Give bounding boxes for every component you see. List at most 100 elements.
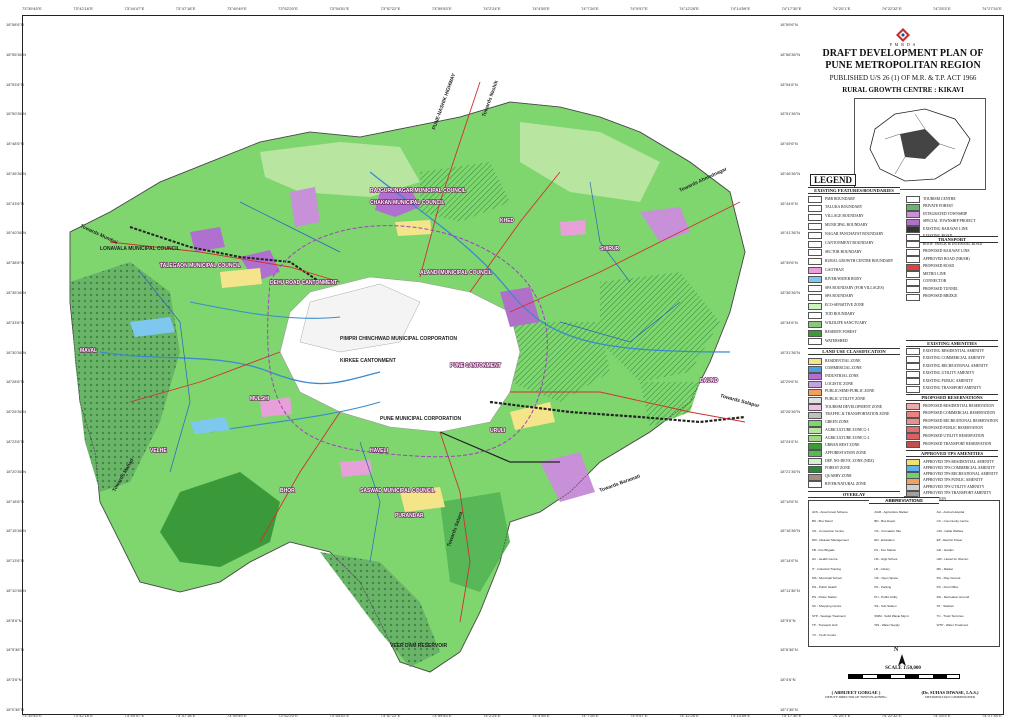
legend-label: CANTONMENT BOUNDARY <box>825 241 874 246</box>
legend-label: PRIVATE FOREST <box>923 204 954 209</box>
map-label: VEER DAM RESERVOIR <box>390 643 448 649</box>
legend-item: PROPOSED TUNNEL <box>906 286 958 293</box>
legend-swatch <box>808 427 822 435</box>
legend-label: PROPOSED COMMERCIAL RESERVATION <box>923 411 996 416</box>
legend-label: APPROVED TPS RESIDENTIAL AMENITY <box>923 459 995 464</box>
scale-text: SCALE 1:50,000 <box>885 666 921 671</box>
legend-swatch <box>808 231 822 239</box>
longitude-tick: 73°47'18"E <box>175 713 196 718</box>
legend-label: TOURISM CENTRE <box>923 196 956 201</box>
legend-label: INDUSTRIAL ZONE <box>825 373 859 378</box>
legend-label: ROOF TRACK & INTERNAL ROAD <box>923 241 983 246</box>
legend-item: QUARRY ZONE <box>808 473 852 481</box>
map-label: BHOR <box>280 488 295 494</box>
legend-item: PROPOSED TRANSPORT RESERVATION <box>906 441 991 448</box>
legend-swatch <box>906 256 920 263</box>
map-label: TALEGAON MUNICIPAL COUNCIL <box>160 263 241 269</box>
longitude-tick: 73°59'53"E <box>431 6 452 11</box>
longitude-tick: 74°17'30"E <box>781 713 802 718</box>
legend-label: EXISTING RAILWAY LINE <box>923 226 968 231</box>
legend-swatch <box>906 263 920 271</box>
map-label: DEHU ROAD CANTONMENT <box>270 280 337 286</box>
legend-swatch <box>808 267 822 275</box>
growth-centre-title: RURAL GROWTH CENTRE : KIKAVI <box>842 86 964 94</box>
legend-item: INDUSTRIAL ZONE <box>808 373 859 381</box>
legend-label: EXISTING RESIDENTIAL AMENITY <box>923 348 985 353</box>
legend-label: EXISTING PUBLIC AMENITY <box>923 378 974 383</box>
legend-swatch <box>906 441 920 448</box>
legend-label: PROPOSED PUBLIC RESERVATION <box>923 426 983 431</box>
section-landuse: LAND USE CLASSIFICATION <box>808 348 900 355</box>
longitude-tick: 73°44'47"E <box>124 6 145 11</box>
legend-swatch <box>808 204 822 212</box>
legend-swatch <box>808 473 822 481</box>
legend-label: CONNECTOR <box>923 279 947 284</box>
legend-label: RURAL GROWTH CENTRE BOUNDARY <box>825 258 894 263</box>
legend-item: DEF. NO-DEVE. ZONE (NDZ) <box>808 458 874 466</box>
longitude-tick: 74°7'26"E <box>581 6 599 11</box>
map-label: Towards Solapur <box>719 393 759 409</box>
legend-label: TRAFFIC & TRANSPORTATION ZONE <box>825 412 890 417</box>
legend-label: TOD BOUNDARY <box>825 312 855 317</box>
legend-label: SPECIAL TOWNSHIP PROJECT <box>923 219 976 224</box>
section-amenities: EXISTING AMENITIES <box>906 340 998 347</box>
longitude-tick: 74°9'57"E <box>630 713 648 718</box>
longitude-tick: 74°9'57"E <box>630 6 648 11</box>
legend-swatch <box>906 218 920 226</box>
longitude-tick: 74°14'59"E <box>730 6 751 11</box>
legend-swatch <box>906 425 920 433</box>
map-label: DAUND <box>700 378 718 384</box>
legend-item: TRAFFIC & TRANSPORTATION ZONE <box>808 411 890 419</box>
legend-label: SECTOR BOUNDARY <box>825 249 862 254</box>
abbreviation-item: WTP - Water Treatment <box>936 623 969 628</box>
map-canvas[interactable]: PUNE-NASHIK HIGHWAYCHAKAN MUNICIPAL COUN… <box>40 22 778 712</box>
legend-item: EXISTING UTILITY AMENITY <box>906 370 975 378</box>
legend-swatch <box>906 370 920 378</box>
legend-label: WILDLIFE SANCTUARY <box>825 321 867 326</box>
longitude-ticks-top: 73°39'45"E 73°42'16"E 73°44'47"E 73°47'18"E… <box>22 6 1002 16</box>
legend-item: VILLAGE BOUNDARY <box>808 213 864 221</box>
legend-item: RESIDENTIAL ZONE <box>808 358 861 365</box>
legend-label: RESERVE FOREST <box>825 330 857 335</box>
map-label: RAJGURUNAGAR MUNICIPAL COUNCIL <box>370 188 466 194</box>
legend-label: SPA BOUNDARY <box>825 294 854 299</box>
legend-label: RESIDENTIAL ZONE <box>825 358 861 363</box>
legend-item: PRIVATE FOREST <box>906 203 954 211</box>
longitude-tick: 73°49'49"E <box>226 713 247 718</box>
legend-label: AFFORESTATION ZONE <box>825 450 867 455</box>
region-map[interactable]: PUNE-NASHIK HIGHWAY CHAKAN MUNICIPAL COUN… <box>40 22 778 712</box>
map-label: ALANDI MUNICIPAL COUNCIL <box>420 270 492 276</box>
legend-swatch <box>808 442 822 450</box>
longitude-tick: 74°22'32"E <box>881 6 902 11</box>
longitude-tick: 73°52'20"E <box>278 6 298 11</box>
map-label: CHAKAN MUNICIPAL COUNCIL <box>370 200 445 206</box>
longitude-tick: 74°12'28"E <box>679 6 699 11</box>
legend-swatch <box>808 258 822 266</box>
legend-label: TALUKA BOUNDARY <box>825 205 863 210</box>
longitude-tick: 73°57'22"E <box>380 713 401 718</box>
legend-swatch <box>906 286 920 293</box>
legend-label: PROPOSED UTILITY RESERVATION <box>923 433 985 438</box>
section-proposed: PROPOSED RESERVATIONS <box>906 394 998 401</box>
legend-item: SPA BOUNDARY (FOR VILLAGES) <box>808 285 884 292</box>
legend-item: EXISTING PUBLIC AMENITY <box>906 378 973 385</box>
legend-label: PROPOSED ROAD <box>923 264 955 269</box>
longitude-tick: 74°4'55"E <box>532 713 550 718</box>
legend-label: AGRICULTURE ZONE G-2 <box>825 435 870 440</box>
legend-label: APPROVED TPS PUBLIC AMENITY <box>923 478 984 483</box>
legend-label: RIVER/WATER BODY <box>825 276 862 281</box>
map-label: KHED <box>500 218 515 224</box>
legend-label: PUBLIC/SEMI-PUBLIC ZONE <box>825 389 875 394</box>
legend-item: PUBLIC/SEMI-PUBLIC ZONE <box>808 388 875 396</box>
legend-swatch <box>906 293 920 301</box>
legend-swatch <box>808 213 822 221</box>
map-label: PUNE CANTONMENT <box>450 363 501 369</box>
legend-label: APPROVED TPS COMMERCIAL AMENITY <box>923 465 996 470</box>
legend-label: FOREST ZONE <box>825 466 851 471</box>
legend-label: APPROVED ROAD (NH/SH) <box>923 256 970 261</box>
legend-label: AGRICULTURE ZONE G-1 <box>825 427 870 432</box>
longitude-tick: 74°4'55"E <box>532 6 550 11</box>
legend-label: PROPOSED RESIDENTIAL RESERVATION <box>923 403 994 408</box>
legend-label: TOURISM DEVELOPMENT ZONE <box>825 404 883 409</box>
longitude-tick: 73°42'16"E <box>73 6 94 11</box>
